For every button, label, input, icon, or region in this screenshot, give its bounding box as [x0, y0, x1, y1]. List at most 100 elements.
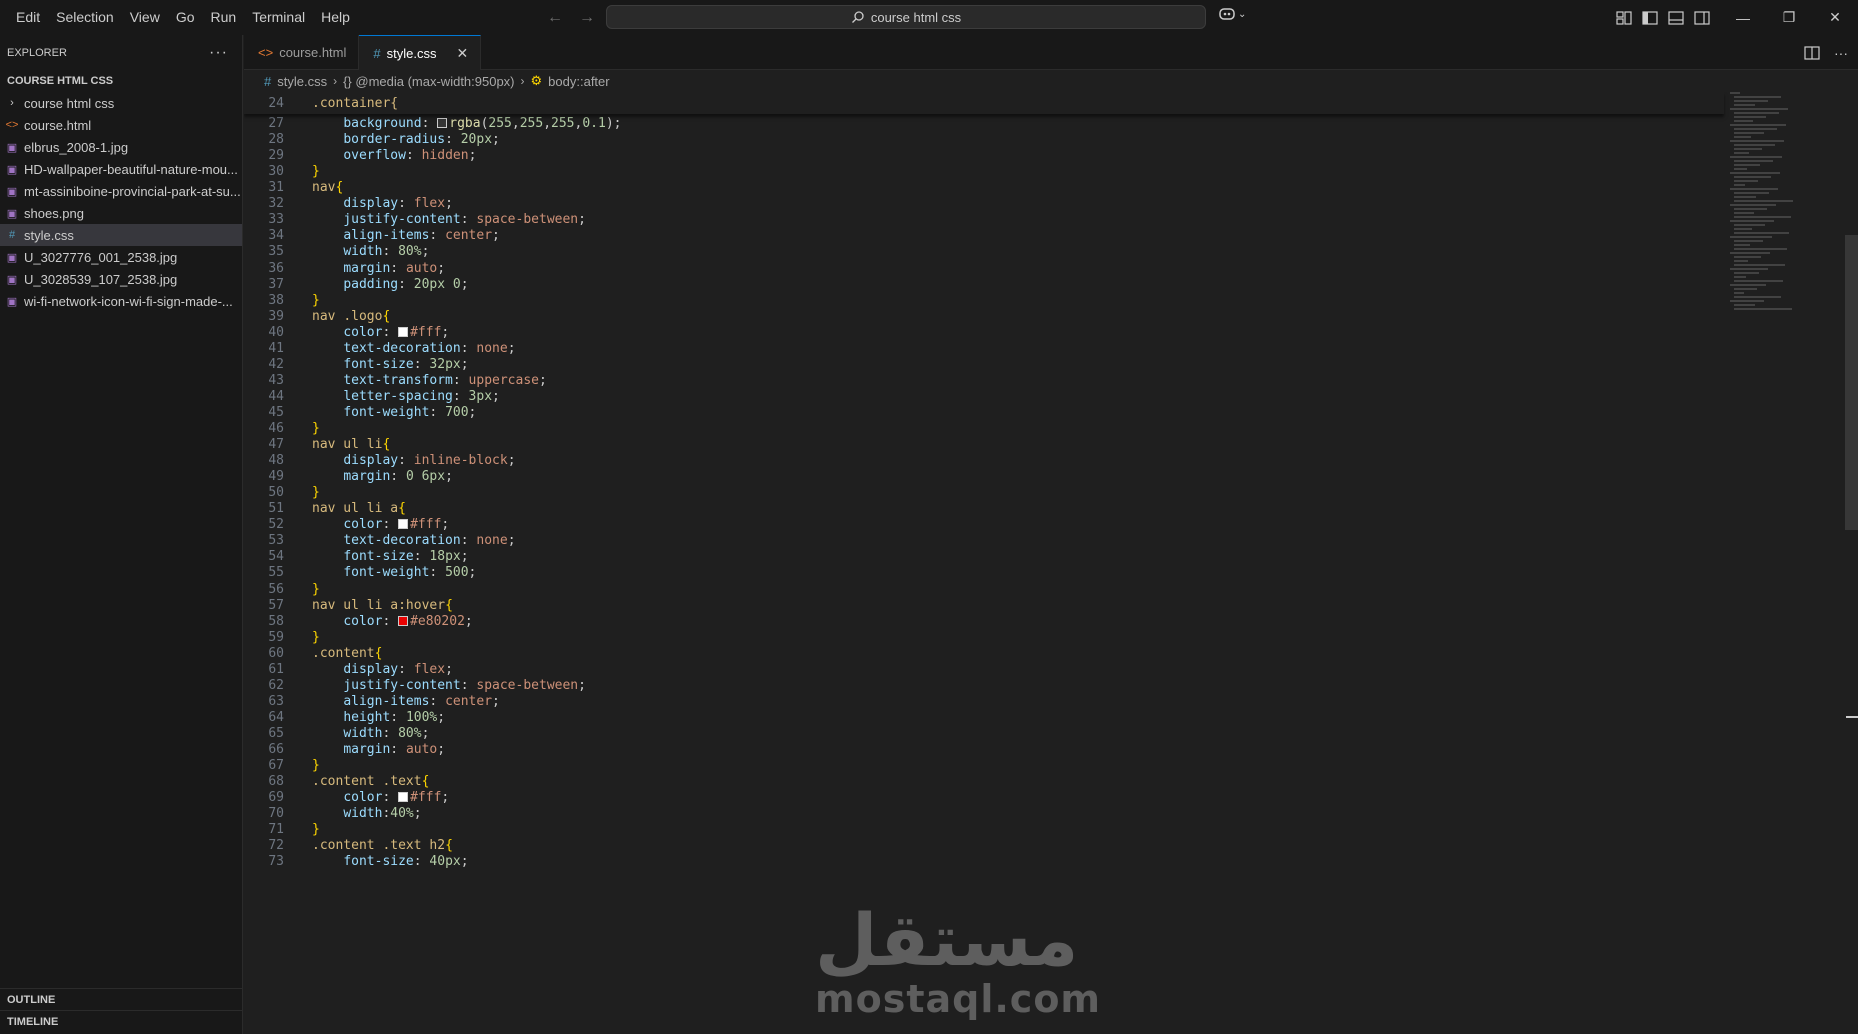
minimap-line — [1730, 252, 1770, 254]
code-token: justify-content — [343, 212, 461, 228]
menu-view[interactable]: View — [122, 0, 168, 35]
code-token: } — [312, 581, 320, 597]
code-token: width — [343, 244, 383, 260]
code-token: margin — [343, 742, 391, 757]
code-token: ; — [421, 244, 430, 260]
breadcrumb-selector[interactable]: body::after — [548, 74, 609, 89]
code-token: ; — [507, 453, 516, 469]
close-window-button[interactable]: ✕ — [1812, 0, 1858, 35]
close-tab-icon[interactable]: ✕ — [456, 45, 468, 62]
color-swatch[interactable] — [398, 326, 409, 337]
mostaql-watermark: مستقل mostaql.com — [815, 900, 1102, 1021]
workspace-folder[interactable]: COURSE HTML CSS — [0, 70, 242, 92]
toggle-panel-icon[interactable] — [1668, 10, 1684, 25]
code-token: ; — [437, 260, 446, 276]
color-swatch[interactable] — [437, 118, 448, 129]
minimize-button[interactable]: — — [1720, 0, 1766, 35]
code-token: : — [390, 260, 406, 276]
code-token: ; — [445, 196, 453, 212]
vertical-scrollbar[interactable] — [1845, 235, 1858, 530]
code-token: nav — [312, 180, 336, 196]
minimap-line — [1730, 268, 1768, 270]
minimap-line — [1734, 288, 1757, 290]
code-token: : — [429, 693, 446, 709]
file-item[interactable]: ▣ elbrus_2008-1.jpg — [0, 136, 242, 158]
code-token: ; — [492, 388, 500, 404]
menu-run[interactable]: Run — [203, 0, 245, 35]
code-token: 255 — [488, 116, 512, 132]
code-line[interactable]: 73 font-size: 40px; — [244, 852, 1724, 871]
minimap-line — [1734, 280, 1783, 282]
code-token: auto — [405, 260, 438, 276]
code-token: .logo — [343, 308, 383, 324]
file-item[interactable]: # style.css — [0, 224, 242, 246]
watermark-latin: mostaql.com — [815, 977, 1102, 1021]
toggle-secondary-sidebar-icon[interactable] — [1694, 10, 1710, 25]
toggle-primary-sidebar-icon[interactable] — [1642, 10, 1658, 25]
image-file-icon: ▣ — [6, 185, 18, 198]
command-center-search[interactable]: course html css — [606, 5, 1206, 29]
sticky-scroll-header[interactable]: 24 .container{ — [244, 92, 1724, 114]
file-item[interactable]: ▣ wi-fi-network-icon-wi-fi-sign-made-... — [0, 290, 242, 312]
timeline-section[interactable]: TIMELINE — [0, 1010, 243, 1032]
code-token: ; — [539, 372, 547, 388]
tab-style-css[interactable]: # style.css ✕ — [359, 35, 482, 70]
file-item[interactable]: ▣ HD-wallpaper-beautiful-nature-mou... — [0, 158, 242, 180]
code-token: margin — [343, 260, 391, 276]
file-label: U_3028539_107_2538.jpg — [24, 271, 178, 287]
more-actions-icon[interactable]: ··· — [209, 44, 228, 62]
forward-arrow-icon[interactable]: → — [577, 9, 597, 27]
code-editor[interactable]: 24 .container{ 26 height: 80%;27 backgro… — [244, 92, 1858, 1034]
code-token: nav — [312, 308, 336, 324]
file-item[interactable]: ▣ U_3027776_001_2538.jpg — [0, 246, 242, 268]
code-token: .content .text — [312, 774, 422, 790]
code-token: 255 — [551, 116, 575, 132]
color-swatch[interactable] — [398, 519, 409, 530]
menu-help[interactable]: Help — [313, 0, 358, 35]
menu-go[interactable]: Go — [168, 0, 203, 35]
split-editor-icon[interactable] — [1804, 45, 1820, 60]
file-item[interactable]: ▣ mt-assiniboine-provincial-park-at-su... — [0, 180, 242, 202]
file-item[interactable]: <> course.html — [0, 114, 242, 136]
minimap[interactable] — [1730, 92, 1810, 312]
copilot-button[interactable]: ⌄ — [1218, 7, 1246, 21]
code-token: : — [390, 742, 406, 757]
html-file-icon: <> — [258, 45, 274, 60]
sticky-selector: .container{ — [312, 94, 398, 113]
code-token: : — [382, 244, 399, 260]
file-item[interactable]: ▣ U_3028539_107_2538.jpg — [0, 268, 242, 290]
breadcrumb-file[interactable]: style.css — [277, 74, 327, 89]
line-number: 73 — [268, 854, 284, 870]
customize-layout-icon[interactable] — [1616, 10, 1632, 25]
tab-label: course.html — [279, 45, 347, 60]
minimap-line — [1734, 248, 1787, 250]
menu-edit[interactable]: Edit — [8, 0, 48, 35]
code-token: ; — [507, 533, 516, 549]
code-token: 32px — [429, 356, 461, 372]
back-arrow-icon[interactable]: ← — [545, 9, 565, 27]
image-file-icon: ▣ — [6, 295, 18, 308]
folder-item[interactable]: › course html css — [0, 92, 242, 114]
color-swatch[interactable] — [398, 792, 409, 803]
code-token: : — [429, 565, 446, 581]
menu-terminal[interactable]: Terminal — [244, 0, 313, 35]
tab-course-html[interactable]: <> course.html — [244, 35, 360, 70]
outline-section[interactable]: OUTLINE — [0, 988, 243, 1010]
color-swatch[interactable] — [398, 615, 409, 626]
menu-selection[interactable]: Selection — [48, 0, 122, 35]
more-actions-icon[interactable]: ··· — [1834, 45, 1848, 61]
restore-button[interactable]: ❐ — [1766, 0, 1812, 35]
file-item[interactable]: ▣ shoes.png — [0, 202, 242, 224]
code-token: rgba — [449, 116, 481, 132]
breadcrumb-media-query[interactable]: {} @media (max-width:950px) — [343, 74, 514, 89]
code-token: : — [460, 212, 477, 228]
image-file-icon: ▣ — [6, 207, 18, 220]
code-token: , — [511, 116, 520, 132]
